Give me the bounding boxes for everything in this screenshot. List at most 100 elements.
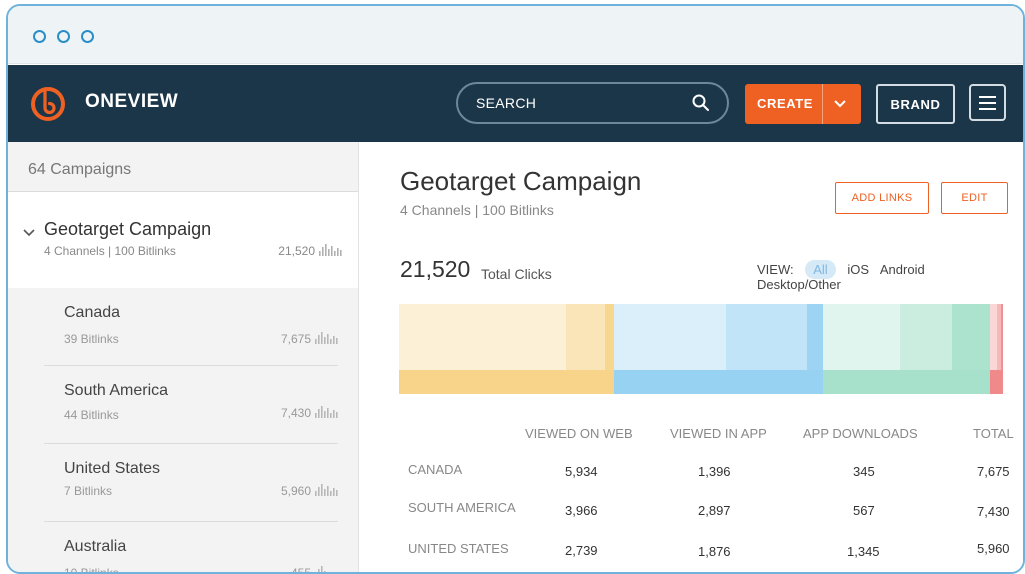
sidebar-item-sub: 44 Bitlinks [64, 408, 119, 422]
window-close-dot[interactable] [33, 30, 46, 43]
row-label: CANADA [408, 462, 463, 477]
edit-button[interactable]: EDIT [941, 182, 1008, 214]
campaign-detail: Geotarget Campaign 4 Channels | 100 Bitl… [360, 142, 1023, 572]
search-icon[interactable] [691, 93, 711, 113]
sidebar-item-value: 5,960 [281, 484, 338, 498]
chart-segment-south-america[interactable] [614, 370, 823, 394]
chart-segment-south-america-series-2[interactable] [725, 304, 808, 370]
menu-icon-bar [979, 108, 996, 110]
column-header-total: TOTAL [973, 426, 1014, 441]
campaign-subtitle: 4 Channels | 100 Bitlinks [44, 244, 176, 258]
sparkline-icon [315, 484, 338, 496]
sidebar-item-united-states[interactable]: United States 7 Bitlinks 5,960 [44, 444, 338, 522]
window-maximize-dot[interactable] [81, 30, 94, 43]
total-clicks-label: Total Clicks [481, 266, 552, 282]
chart-segment-south-america-series-1[interactable] [614, 304, 726, 370]
hamburger-menu-button[interactable] [969, 84, 1006, 121]
cell: 1,876 [698, 544, 731, 559]
sidebar-item-value: 455 [290, 566, 338, 574]
chart-segment-canada-series-1[interactable] [399, 304, 566, 370]
top-navigation: ONEVIEW SEARCH CREATE BRAND [8, 65, 1023, 142]
sidebar-item-sub: 7 Bitlinks [64, 484, 113, 498]
sidebar-item-label: United States [64, 460, 161, 477]
cell: 1,396 [698, 464, 731, 479]
sparkline-icon [319, 244, 342, 256]
chevron-down-icon[interactable] [831, 95, 849, 113]
view-label: VIEW: [757, 262, 794, 277]
sidebar-item-label: South America [64, 382, 169, 399]
brand-name: ONEVIEW [85, 91, 179, 112]
column-header-viewed-on-web: VIEWED ON WEB [525, 426, 633, 441]
menu-icon-bar [979, 96, 996, 98]
search-input[interactable]: SEARCH [456, 82, 729, 124]
sparkline-icon [315, 332, 338, 344]
sidebar-item-clicks: 5,960 [280, 484, 311, 498]
create-divider [822, 84, 823, 124]
app-window: ONEVIEW SEARCH CREATE BRAND 64 Campaigns [6, 4, 1025, 574]
sparkline-icon [318, 566, 326, 572]
sidebar-item-south-america[interactable]: South America 44 Bitlinks 7,430 [44, 366, 338, 444]
cell: 567 [853, 503, 875, 518]
chart-segment-australia-series-3[interactable] [1000, 304, 1003, 370]
sidebar-item-clicks: 455 [290, 566, 311, 574]
window-chrome [8, 6, 1023, 64]
view-filter: VIEW: All iOS Android Desktop/Other [757, 260, 1023, 292]
view-option-android[interactable]: Android [880, 262, 925, 277]
cell: 5,960 [977, 541, 1010, 556]
column-header-app-downloads: APP DOWNLOADS [803, 426, 918, 441]
chart-segment-australia-series-1[interactable] [990, 304, 997, 370]
chart-segment-australia[interactable] [990, 370, 1003, 394]
chevron-down-icon[interactable] [23, 229, 35, 237]
chart-segment-united-states[interactable] [822, 370, 991, 394]
sidebar-item-value: 7,430 [281, 406, 338, 420]
bitly-logo-icon[interactable] [28, 83, 68, 123]
page-title: Geotarget Campaign [400, 166, 642, 196]
sidebar-item-canada[interactable]: Canada 39 Bitlinks 7,675 [44, 288, 338, 366]
create-label: CREATE [757, 96, 814, 111]
add-links-button[interactable]: ADD LINKS [835, 182, 929, 214]
sidebar-item-clicks: 7,430 [280, 406, 311, 420]
sidebar-item-label: Australia [64, 538, 127, 555]
sidebar-item-sub: 10 Bitlinks [64, 566, 119, 574]
chart-segment-canada[interactable] [399, 370, 615, 394]
page-subtitle: 4 Channels | 100 Bitlinks [400, 202, 554, 218]
brand-button-label: BRAND [890, 97, 941, 112]
campaign-count: 64 Campaigns [28, 161, 132, 178]
cell: 7,675 [977, 464, 1010, 479]
row-label: SOUTH AMERICA [408, 500, 516, 515]
cell: 345 [853, 464, 875, 479]
cell: 2,739 [565, 543, 598, 558]
chart-segment-united-states-series-1[interactable] [822, 304, 900, 370]
chart-segment-canada-series-2[interactable] [565, 304, 605, 370]
sidebar-item-sub: 39 Bitlinks [64, 332, 119, 346]
campaign-title: Geotarget Campaign [44, 219, 212, 239]
campaign-sidebar: 64 Campaigns Geotarget Campaign 4 Channe… [8, 142, 359, 572]
column-header-viewed-in-app: VIEWED IN APP [670, 426, 767, 441]
cell: 2,897 [698, 503, 731, 518]
sidebar-item-clicks: 7,675 [280, 332, 311, 346]
view-option-desktop-other[interactable]: Desktop/Other [757, 277, 841, 292]
campaign-list-item[interactable]: Geotarget Campaign 4 Channels | 100 Bitl… [8, 192, 358, 288]
cell: 7,430 [977, 504, 1010, 519]
sidebar-item-value: 7,675 [281, 332, 338, 346]
create-button[interactable]: CREATE [745, 84, 861, 124]
chart-segment-canada-series-3[interactable] [604, 304, 615, 370]
search-placeholder: SEARCH [476, 95, 537, 111]
cell: 5,934 [565, 464, 598, 479]
total-clicks-value: 21,520 [400, 256, 471, 282]
row-label: UNITED STATES [408, 541, 509, 556]
brand-button[interactable]: BRAND [876, 84, 955, 124]
sidebar-item-label: Canada [64, 304, 121, 321]
sparkline-icon [315, 406, 338, 418]
window-minimize-dot[interactable] [57, 30, 70, 43]
campaign-clicks-value: 21,520 [278, 244, 315, 258]
sidebar-item-australia[interactable]: Australia 10 Bitlinks 455 [44, 522, 338, 574]
menu-icon-bar [979, 102, 996, 104]
campaign-clicks: 21,520 [278, 244, 342, 258]
clicks-stacked-chart [399, 304, 1003, 394]
view-option-ios[interactable]: iOS [847, 262, 869, 277]
chart-segment-united-states-series-3[interactable] [952, 304, 991, 370]
cell: 3,966 [565, 503, 598, 518]
chart-segment-south-america-series-3[interactable] [807, 304, 823, 370]
chart-segment-united-states-series-2[interactable] [899, 304, 953, 370]
